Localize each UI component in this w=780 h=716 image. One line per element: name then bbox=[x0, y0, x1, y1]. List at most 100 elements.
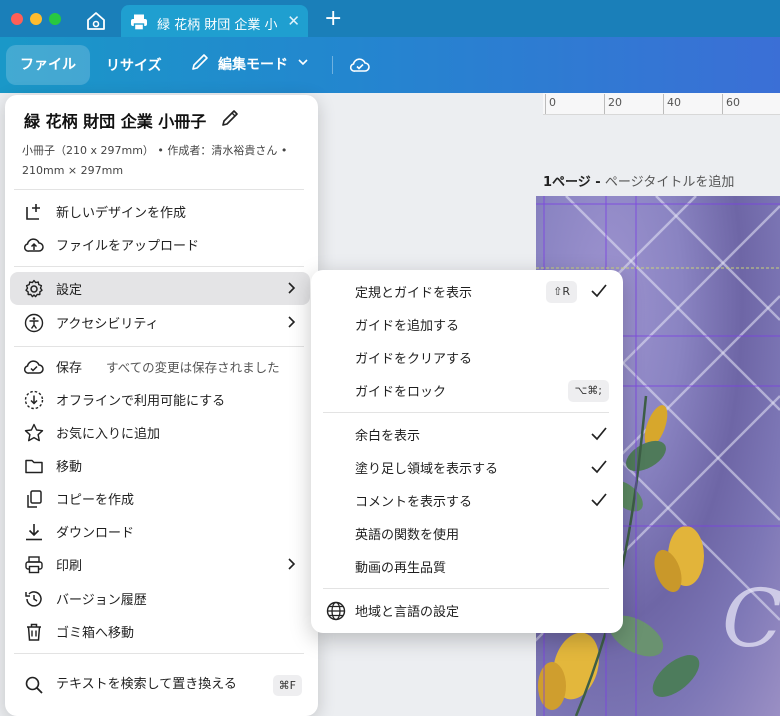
ruler-tick bbox=[604, 94, 605, 114]
chevron-down-icon bbox=[296, 55, 310, 73]
submenu-item-label: 余白を表示 bbox=[355, 429, 421, 444]
printer-icon bbox=[130, 13, 148, 31]
menu-item-version-history[interactable]: バージョン履歴 bbox=[10, 582, 310, 615]
submenu-item-video-quality[interactable]: 動画の再生品質 bbox=[319, 550, 615, 583]
menu-item-find-replace[interactable]: テキストを検索して置き換える ⌘F bbox=[10, 663, 310, 707]
accessibility-icon bbox=[22, 311, 46, 335]
divider bbox=[323, 588, 609, 589]
menu-item-save[interactable]: 保存 すべての変更は保存されました bbox=[10, 350, 310, 383]
design-title[interactable]: 緑 花柄 財団 企業 小冊子 bbox=[24, 108, 240, 132]
menu-item-download[interactable]: ダウンロード bbox=[10, 515, 310, 548]
submenu-item-label: 動画の再生品質 bbox=[355, 561, 447, 576]
submenu-item-label: ガイドをロック bbox=[355, 385, 447, 400]
new-tab-button[interactable]: + bbox=[324, 7, 342, 31]
ruler-label: 40 bbox=[667, 96, 681, 109]
svg-text:C: C bbox=[722, 572, 780, 665]
edit-mode-dropdown[interactable]: 編集モード bbox=[190, 51, 310, 77]
menu-item-print[interactable]: 印刷 bbox=[10, 548, 310, 581]
checkmark-icon bbox=[589, 282, 609, 304]
resize-button[interactable]: リサイズ bbox=[106, 55, 162, 75]
offline-download-icon bbox=[22, 388, 46, 412]
download-icon bbox=[22, 520, 46, 544]
divider bbox=[323, 412, 609, 413]
search-icon bbox=[22, 673, 46, 697]
cloud-saved-icon[interactable] bbox=[348, 53, 372, 77]
menu-item-label: テキストを検索して置き換える bbox=[56, 677, 237, 692]
submenu-item-show-rulers[interactable]: 定規とガイドを表示 ⇧R bbox=[319, 275, 615, 308]
submenu-item-add-guides[interactable]: ガイドを追加する bbox=[319, 308, 615, 341]
minimize-window-button[interactable] bbox=[30, 13, 42, 25]
menu-item-new-design[interactable]: 新しいデザインを作成 bbox=[10, 195, 310, 228]
menu-item-copy[interactable]: コピーを作成 bbox=[10, 482, 310, 515]
divider bbox=[14, 346, 304, 347]
maximize-window-button[interactable] bbox=[49, 13, 61, 25]
design-title-text: 緑 花柄 財団 企業 小冊子 bbox=[24, 112, 207, 131]
printer-icon bbox=[22, 553, 46, 577]
ruler-label: 60 bbox=[726, 96, 740, 109]
divider bbox=[14, 189, 304, 190]
file-menu-button[interactable]: ファイル bbox=[6, 45, 90, 85]
menu-item-label: ダウンロード bbox=[56, 526, 135, 541]
document-tab[interactable]: 緑 花柄 財団 企業 小冊子 ✕ bbox=[121, 5, 308, 40]
page-number: 1ページ - bbox=[543, 175, 601, 190]
close-window-button[interactable] bbox=[11, 13, 23, 25]
page-title-label[interactable]: 1ページ - ページタイトルを追加 bbox=[543, 171, 734, 190]
submenu-item-show-comments[interactable]: コメントを表示する bbox=[319, 484, 615, 517]
toolbar-divider bbox=[332, 56, 333, 74]
trash-icon bbox=[22, 620, 46, 644]
close-tab-icon[interactable]: ✕ bbox=[287, 12, 300, 30]
submenu-item-label: 定規とガイドを表示 bbox=[355, 286, 473, 301]
chevron-right-icon bbox=[284, 314, 298, 334]
tab-title: 緑 花柄 財団 企業 小冊子 bbox=[157, 18, 277, 33]
home-icon[interactable] bbox=[84, 9, 108, 33]
shortcut-badge: ⌥⌘; bbox=[567, 380, 609, 402]
submenu-item-region-language[interactable]: 地域と言語の設定 bbox=[319, 594, 615, 627]
submenu-item-label: ガイドを追加する bbox=[355, 319, 460, 334]
ruler-tick bbox=[722, 94, 723, 114]
submenu-item-lock-guides[interactable]: ガイドをロック ⌥⌘; bbox=[319, 374, 615, 407]
pencil-icon bbox=[190, 52, 210, 76]
save-status-text: すべての変更は保存されました bbox=[106, 360, 280, 375]
title-bar: 緑 花柄 財団 企業 小冊子 ✕ + bbox=[0, 0, 780, 40]
menu-item-upload[interactable]: ファイルをアップロード bbox=[10, 228, 310, 261]
submenu-item-clear-guides[interactable]: ガイドをクリアする bbox=[319, 341, 615, 374]
submenu-item-label: 地域と言語の設定 bbox=[355, 605, 460, 620]
menu-item-label: 移動 bbox=[56, 460, 83, 475]
settings-submenu: 定規とガイドを表示 ⇧R ガイドを追加する ガイドをクリアする ガイドをロック … bbox=[311, 270, 623, 633]
horizontal-ruler: 0 20 40 60 bbox=[543, 93, 780, 115]
menu-item-move[interactable]: 移動 bbox=[10, 449, 310, 482]
globe-icon bbox=[325, 600, 347, 622]
edit-mode-label: 編集モード bbox=[218, 57, 288, 73]
add-design-icon bbox=[22, 200, 46, 224]
menu-item-label: 保存 bbox=[56, 361, 83, 376]
star-icon bbox=[22, 421, 46, 445]
menu-item-accessibility[interactable]: アクセシビリティ bbox=[10, 306, 310, 339]
menu-item-favorite[interactable]: お気に入りに追加 bbox=[10, 416, 310, 449]
submenu-item-show-bleed[interactable]: 塗り足し領域を表示する bbox=[319, 451, 615, 484]
menu-item-settings[interactable]: 設定 bbox=[10, 272, 310, 305]
submenu-item-english-functions[interactable]: 英語の関数を使用 bbox=[319, 517, 615, 550]
cloud-check-icon bbox=[22, 355, 46, 379]
submenu-item-label: 英語の関数を使用 bbox=[355, 528, 460, 543]
checkmark-icon bbox=[589, 425, 609, 447]
copy-icon bbox=[22, 487, 46, 511]
menu-item-label: お気に入りに追加 bbox=[56, 427, 161, 442]
menu-item-label: 新しいデザインを作成 bbox=[56, 206, 187, 221]
chevron-right-icon bbox=[284, 556, 298, 576]
shortcut-badge: ⇧R bbox=[546, 281, 577, 303]
cloud-upload-icon bbox=[22, 233, 46, 257]
divider bbox=[14, 266, 304, 267]
checkmark-icon bbox=[589, 458, 609, 480]
menu-item-trash[interactable]: ゴミ箱へ移動 bbox=[10, 615, 310, 648]
submenu-item-label: ガイドをクリアする bbox=[355, 352, 473, 367]
checkmark-icon bbox=[589, 491, 609, 513]
menu-item-label: ゴミ箱へ移動 bbox=[56, 626, 135, 641]
menu-item-label: バージョン履歴 bbox=[56, 593, 147, 608]
shortcut-badge: ⌘F bbox=[272, 675, 302, 696]
menu-item-label: ファイルをアップロード bbox=[56, 239, 200, 254]
rename-pencil-icon[interactable] bbox=[220, 108, 240, 132]
submenu-item-show-margins[interactable]: 余白を表示 bbox=[319, 418, 615, 451]
menu-item-offline[interactable]: オフラインで利用可能にする bbox=[10, 383, 310, 416]
editor-toolbar: ファイル リサイズ 編集モード bbox=[0, 37, 780, 93]
file-menu-panel: 緑 花柄 財団 企業 小冊子 小冊子（210 x 297mm） • 作成者：清水… bbox=[5, 95, 318, 716]
